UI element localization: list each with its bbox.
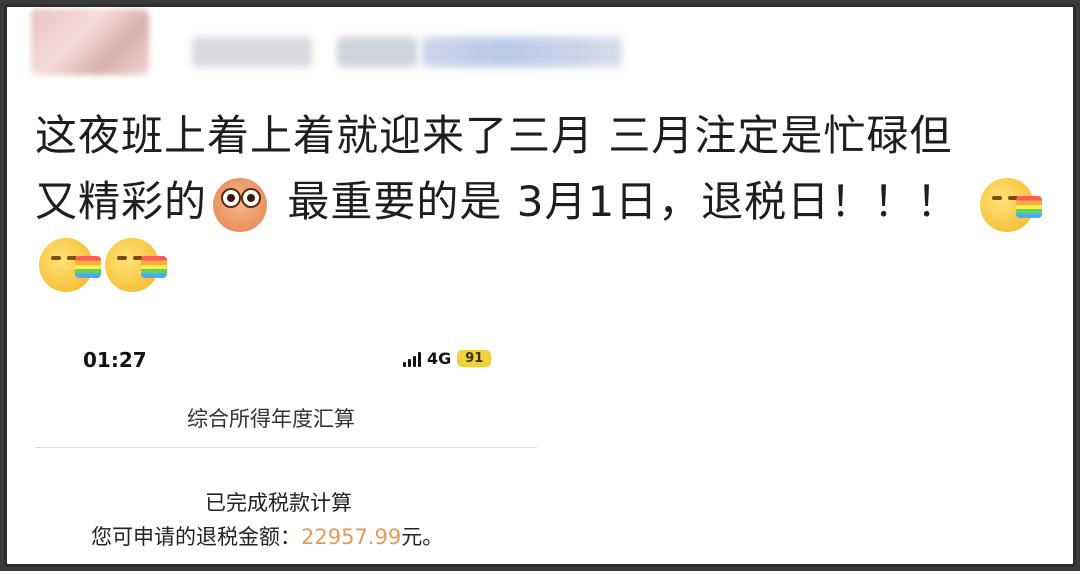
user-avatar-blurred	[31, 9, 149, 75]
rainbow-emoji-icon	[105, 237, 167, 292]
user-info-blurred	[422, 37, 622, 67]
divider	[35, 447, 537, 448]
phone-status-icons: 4G 91	[403, 349, 492, 368]
refund-amount: 22957.99	[301, 525, 402, 549]
post-line-2: 又精彩的 最重要的是 3月1日，退税日！！！	[35, 169, 1042, 235]
refund-label: 您可申请的退税金额：	[91, 525, 301, 549]
refund-text: 您可申请的退税金额：22957.99元。	[91, 521, 443, 551]
tax-status-text: 已完成税款计算	[205, 491, 352, 515]
rainbow-emoji-icon	[979, 177, 1042, 232]
network-label: 4G	[427, 349, 452, 368]
refund-unit: 元。	[401, 525, 444, 549]
signal-icon	[403, 351, 421, 367]
post-body: 这夜班上着上着就迎来了三月 三月注定是忙碌但 又精彩的 最重要的是 3月1日，退…	[35, 103, 1042, 295]
post-line-1: 这夜班上着上着就迎来了三月 三月注定是忙碌但	[35, 111, 953, 160]
username-blurred-2	[337, 37, 417, 67]
username-blurred	[192, 37, 312, 67]
battery-icon: 91	[457, 350, 492, 367]
phone-page-title: 综合所得年度汇算	[187, 407, 355, 431]
post-line-2-end: 最重要的是 3月1日，退税日！！！	[273, 177, 960, 226]
rainbow-emoji-icon	[39, 237, 101, 292]
post-line-3	[35, 229, 1035, 295]
screenshot-frame: 这夜班上着上着就迎来了三月 三月注定是忙碌但 又精彩的 最重要的是 3月1日，退…	[4, 4, 1076, 567]
post-line-2-start: 又精彩的	[35, 177, 208, 226]
phone-status-time: 01:27	[83, 348, 147, 372]
pig-emoji-icon	[213, 177, 268, 232]
